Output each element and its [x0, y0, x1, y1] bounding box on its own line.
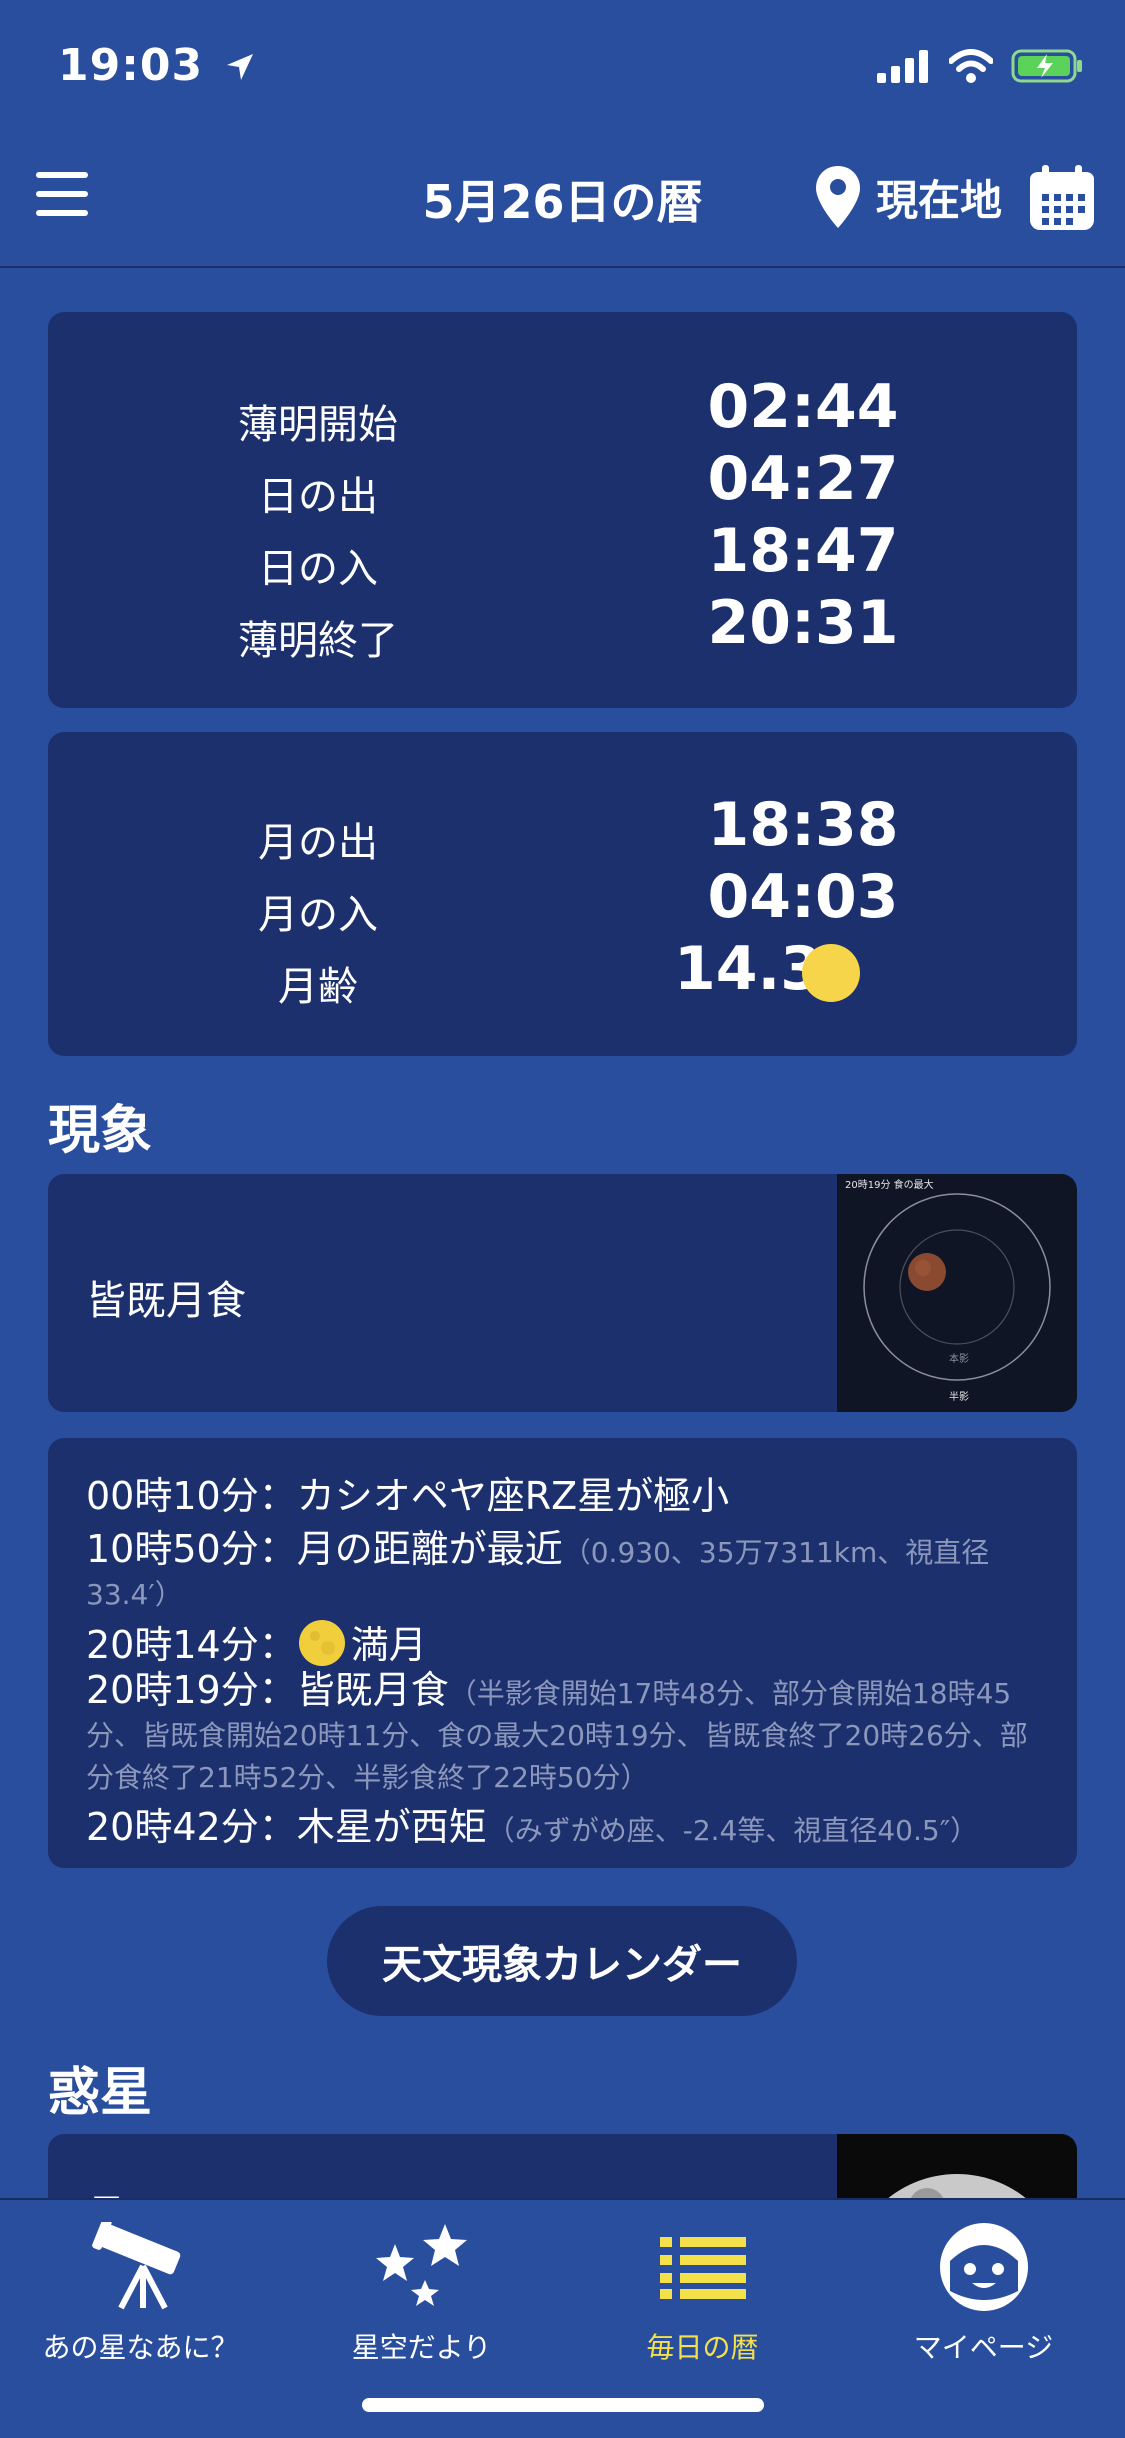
- planets-section-title: 惑星: [48, 2063, 153, 2123]
- eclipse-diagram: [863, 1193, 1051, 1381]
- event-time: 20時14分：: [86, 1623, 297, 1667]
- moonrise-label: 月の出: [258, 820, 378, 866]
- phenomena-section-title: 現象: [48, 1101, 153, 1161]
- moon-age-row: 月齢 14.3: [48, 934, 1077, 1010]
- feature-title: 皆既月食: [86, 1278, 246, 1324]
- event-item: 20時14分： 満月: [86, 1614, 1044, 1671]
- calendar-button[interactable]: [1028, 164, 1096, 232]
- tab-label: 毎日の暦: [646, 2331, 759, 2364]
- event-time: 20時19分：: [86, 1668, 297, 1712]
- sun-times-card: 薄明開始 02:44 日の出 04:27 日の入 18:47 薄明終了 20:3…: [48, 312, 1077, 708]
- tab-star-finder[interactable]: あの星なあに？: [0, 2212, 281, 2366]
- location-arrow-icon: [227, 54, 254, 80]
- tab-label: 星空だより: [351, 2331, 492, 2364]
- list-icon: [659, 2237, 746, 2299]
- status-time: 19:03: [58, 40, 255, 91]
- moonrise-time: 18:38: [707, 790, 899, 860]
- tab-label: マイページ: [913, 2331, 1054, 2364]
- full-moon-icon: [802, 944, 860, 1002]
- moonset-label: 月の入: [258, 892, 378, 938]
- wifi-icon: [949, 49, 993, 83]
- sunset-label: 日の入: [258, 546, 378, 592]
- event-item: 00時10分：カシオペヤ座RZ星が極小: [86, 1470, 1044, 1522]
- moon-times-card: 月の出 18:38 月の入 04:03 月齢 14.3: [48, 732, 1077, 1056]
- moonset-time: 04:03: [707, 862, 899, 932]
- location-label: 現在地: [876, 175, 1003, 225]
- events-list-card: 00時10分：カシオペヤ座RZ星が極小 10時50分：月の距離が最近（0.930…: [48, 1438, 1077, 1868]
- event-text: カシオペヤ座RZ星が極小: [296, 1474, 730, 1518]
- twilight-end-label: 薄明終了: [238, 618, 398, 664]
- event-time: 00時10分：: [86, 1474, 297, 1518]
- moonset-row: 月の入 04:03: [48, 862, 1077, 938]
- sunset-time: 18:47: [707, 516, 899, 586]
- face-icon: [939, 2223, 1028, 2311]
- location-button[interactable]: 現在地: [814, 164, 1002, 230]
- tab-label: あの星なあに？: [42, 2331, 239, 2364]
- full-moon-icon: [298, 1620, 345, 1666]
- astronomy-calendar-button[interactable]: 天文現象カレンダー: [327, 1906, 797, 2016]
- event-item: 20時42分：木星が西矩（みずがめ座、-2.4等、視直径40.5″）: [86, 1797, 1044, 1857]
- event-text: 木星が西矩: [296, 1805, 487, 1849]
- status-time-text: 19:03: [58, 40, 204, 91]
- sunrise-label: 日の出: [258, 474, 378, 520]
- tab-daily-almanac[interactable]: 毎日の暦: [562, 2212, 843, 2366]
- event-note: （みずがめ座、-2.4等、視直径40.5″）: [486, 1814, 979, 1847]
- home-indicator[interactable]: [362, 2398, 764, 2412]
- battery-charging-icon: [1011, 49, 1082, 83]
- signal-icon: [877, 50, 928, 83]
- twilight-start-row: 薄明開始 02:44: [48, 372, 1077, 448]
- status-indicators: [877, 48, 1085, 84]
- moon-age-label: 月齢: [278, 964, 358, 1010]
- stars-icon: [375, 2224, 467, 2306]
- twilight-end-row: 薄明終了 20:31: [48, 588, 1077, 664]
- twilight-start-time: 02:44: [707, 372, 899, 442]
- location-pin-icon: [816, 166, 860, 228]
- moonrise-row: 月の出 18:38: [48, 790, 1077, 866]
- tab-my-page[interactable]: マイページ: [843, 2212, 1124, 2366]
- event-item: 10時50分：月の距離が最近（0.930、35万7311km、視直径33.4′）: [86, 1522, 1044, 1614]
- event-time: 10時50分：: [86, 1527, 297, 1571]
- event-text: 満月: [350, 1623, 427, 1667]
- twilight-end-time: 20:31: [707, 588, 899, 658]
- sunrise-time: 04:27: [707, 444, 899, 514]
- event-text: 皆既月食: [296, 1668, 449, 1712]
- thumbnail-umbra-label: 本影: [949, 1354, 969, 1365]
- tab-starry-sky-news[interactable]: 星空だより: [281, 2212, 562, 2366]
- event-text: 月の距離が最近: [296, 1527, 563, 1571]
- telescope-icon: [91, 2222, 180, 2310]
- twilight-start-label: 薄明開始: [238, 402, 398, 448]
- event-item: 20時19分：皆既月食（半影食開始17時48分、部分食開始18時45分、皆既食開…: [86, 1671, 1044, 1797]
- sunset-row: 日の入 18:47: [48, 516, 1077, 592]
- sunrise-row: 日の出 04:27: [48, 444, 1077, 520]
- eclipse-thumbnail: 20時19分 食の最大 本影 半影: [837, 1174, 1077, 1412]
- event-time: 20時42分：: [86, 1805, 297, 1849]
- eclipse-feature-card[interactable]: 皆既月食 20時19分 食の最大 本影 半影: [48, 1174, 1077, 1412]
- thumbnail-penumbra-label: 半影: [949, 1392, 969, 1403]
